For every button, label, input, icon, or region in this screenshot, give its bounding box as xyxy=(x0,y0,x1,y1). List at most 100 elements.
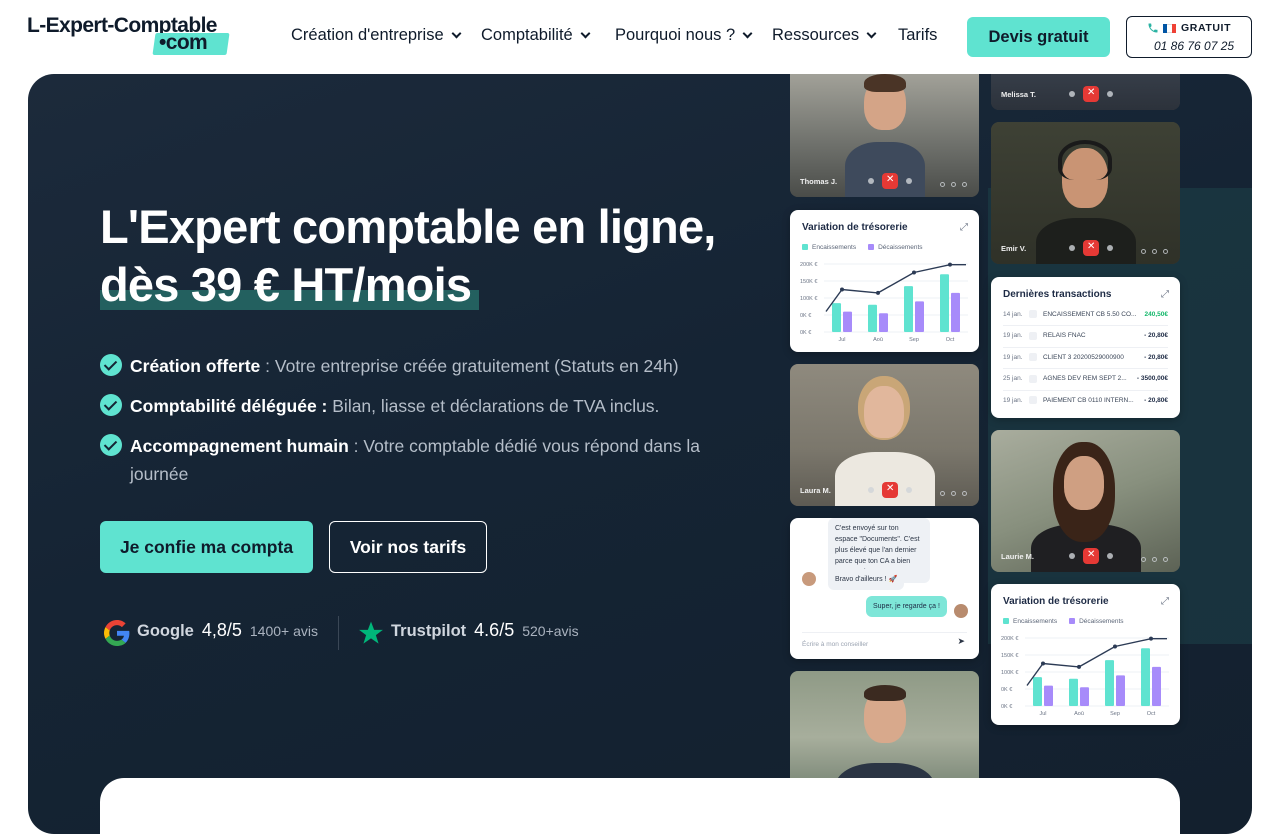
end-call-icon[interactable] xyxy=(882,173,898,189)
chat-icon[interactable] xyxy=(1163,249,1168,254)
transaction-row[interactable]: 14 jan. ENCAISSEMENT CB 5.50 CO... 240,50€ xyxy=(1003,310,1168,318)
send-icon[interactable]: ➤ xyxy=(957,636,965,647)
bar-decaissements xyxy=(915,301,924,332)
camera-icon[interactable] xyxy=(1107,91,1113,97)
info-icon[interactable] xyxy=(940,491,945,496)
merchant-icon xyxy=(1029,374,1037,383)
feature-title: Création offerte xyxy=(130,356,261,376)
nav-item-label: Pourquoi nous ? xyxy=(615,26,736,44)
x-tick-label: Aoû xyxy=(873,337,883,343)
info-icon[interactable] xyxy=(940,182,945,187)
site-logo[interactable]: L-Expert-Comptable •com xyxy=(27,14,232,60)
y-tick-label: 0K € xyxy=(1001,687,1012,693)
people-icon[interactable] xyxy=(1152,557,1157,562)
trend-point xyxy=(1149,636,1153,641)
rating-count: 1400+ avis xyxy=(249,623,318,639)
rating-divider xyxy=(338,616,339,650)
people-icon[interactable] xyxy=(1152,249,1157,254)
feature-text: : Votre entreprise créée gratuitement (S… xyxy=(260,356,679,376)
treasury-chart: 200K € 150K € 100K € 0K € 0K € Jul Aoû Sep Oct xyxy=(800,262,968,343)
headset xyxy=(1058,140,1112,180)
transaction-amount: - 20,80€ xyxy=(1144,396,1168,404)
transaction-row[interactable]: 25 jan. AGNES DEV REM SEPT 2... - 3500,00€ xyxy=(1003,374,1168,383)
mic-icon[interactable] xyxy=(1069,553,1075,559)
top-navigation: L-Expert-Comptable •com Création d'entre… xyxy=(0,0,1280,74)
bar-decaissements xyxy=(879,313,888,332)
mic-icon[interactable] xyxy=(1069,91,1075,97)
person-head xyxy=(1064,456,1104,510)
hero-section: L'Expert comptable en ligne, dès 39 € HT… xyxy=(28,74,1252,834)
nav-item-creation[interactable]: Création d'entreprise xyxy=(291,26,462,45)
feature-text: : Votre comptable dédié vous répond dans… xyxy=(348,436,701,456)
content-card xyxy=(100,778,1180,838)
y-tick-label: 200K € xyxy=(800,262,817,268)
rating-name: Trustpilot xyxy=(391,622,467,640)
participant-name: Melissa T. xyxy=(1001,90,1037,99)
people-icon[interactable] xyxy=(951,182,956,187)
nav-item-comptabilite[interactable]: Comptabilité xyxy=(481,26,591,45)
info-icon[interactable] xyxy=(1141,249,1146,254)
confie-compta-button[interactable]: Je confie ma compta xyxy=(100,521,313,573)
end-call-icon[interactable] xyxy=(882,482,898,498)
google-rating[interactable]: Google 4,8/5 1400+ avis xyxy=(104,620,318,646)
y-tick-label: 0K € xyxy=(800,313,811,319)
chat-icon[interactable] xyxy=(1163,557,1168,562)
camera-icon[interactable] xyxy=(1107,245,1113,251)
x-tick-label: Sep xyxy=(1110,711,1120,717)
end-call-icon[interactable] xyxy=(1083,548,1099,564)
transaction-label: ENCAISSEMENT CB 5.50 CO... xyxy=(1043,310,1137,318)
nav-item-label: Comptabilité xyxy=(481,26,573,44)
mic-icon[interactable] xyxy=(1069,245,1075,251)
check-circle-icon xyxy=(100,394,122,416)
trend-point xyxy=(912,270,916,275)
people-icon[interactable] xyxy=(951,491,956,496)
end-call-icon[interactable] xyxy=(1083,86,1099,102)
call-controls xyxy=(868,173,912,189)
bar-decaissements xyxy=(1152,666,1161,706)
transaction-row[interactable]: 19 jan. PAIEMENT CB 0110 INTERN... - 20,80… xyxy=(1003,396,1168,404)
treasury-chart-card: Variation de trésorerie ⤢ Encaissements … xyxy=(991,584,1180,725)
y-tick-label: 150K € xyxy=(1001,653,1018,659)
row-divider xyxy=(1003,346,1168,348)
transaction-row[interactable]: 19 jan. RELAIS FNAC - 20,80€ xyxy=(1003,331,1168,340)
x-tick-label: Aoû xyxy=(1074,711,1084,717)
chat-icon[interactable] xyxy=(962,182,967,187)
call-options xyxy=(1141,249,1168,254)
nav-item-tarifs[interactable]: Tarifs xyxy=(898,26,937,45)
video-call-tile: Melissa T. xyxy=(991,74,1180,110)
camera-icon[interactable] xyxy=(1107,553,1113,559)
camera-icon[interactable] xyxy=(906,487,912,493)
chat-message-incoming: Bravo d'ailleurs ! 🚀 xyxy=(828,569,905,590)
bar-decaissements xyxy=(951,292,960,332)
expand-icon[interactable]: ⤢ xyxy=(1161,289,1169,300)
hero-title-line2: dès 39 € HT/mois xyxy=(100,258,472,311)
info-icon[interactable] xyxy=(1141,557,1146,562)
transaction-label: AGNES DEV REM SEPT 2... xyxy=(1043,375,1127,382)
transaction-label: RELAIS FNAC xyxy=(1043,332,1086,339)
nav-item-ressources[interactable]: Ressources xyxy=(772,26,877,45)
mic-icon[interactable] xyxy=(868,178,874,184)
trustpilot-rating[interactable]: Trustpilot 4.6/5 520+avis xyxy=(358,620,579,646)
feature-text: Bilan, liasse et déclarations de TVA inc… xyxy=(327,396,660,416)
camera-icon[interactable] xyxy=(906,178,912,184)
voir-tarifs-button[interactable]: Voir nos tarifs xyxy=(329,521,487,573)
chat-icon[interactable] xyxy=(962,491,967,496)
call-controls xyxy=(1069,240,1113,256)
nav-item-pourquoi[interactable]: Pourquoi nous ? xyxy=(615,26,753,45)
x-tick-label: Oct xyxy=(1147,711,1156,717)
rating-score: 4,8/5 xyxy=(201,620,242,640)
nav-item-label: Tarifs xyxy=(898,26,938,44)
mic-icon[interactable] xyxy=(868,487,874,493)
end-call-icon[interactable] xyxy=(1083,240,1099,256)
transaction-label: CLIENT 3 20200529000900 xyxy=(1043,353,1124,361)
phone-call-button[interactable]: GRATUIT 01 86 76 07 25 xyxy=(1126,16,1252,58)
devis-gratuit-button[interactable]: Devis gratuit xyxy=(967,17,1110,57)
merchant-icon xyxy=(1029,396,1037,404)
trustpilot-star-icon xyxy=(359,621,383,644)
chat-input[interactable]: Écrire à mon conseiller xyxy=(802,632,967,648)
video-call-tile: Thomas J. xyxy=(790,74,979,197)
bar-decaissements xyxy=(843,311,852,332)
bar-encaissements xyxy=(1033,677,1042,706)
transaction-row[interactable]: 19 jan. CLIENT 3 20200529000900 - 20,80€ xyxy=(1003,353,1168,361)
person-hair xyxy=(864,685,906,701)
